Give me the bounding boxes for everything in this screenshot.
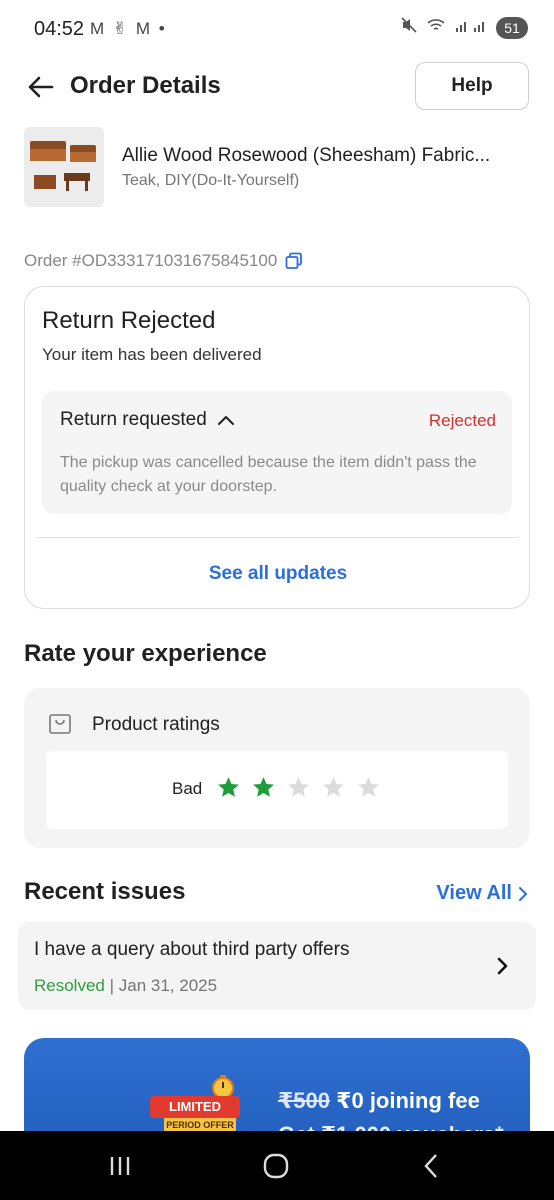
status-bar: 04:52 M ✌ M • 51: [0, 0, 554, 60]
limited-sub-badge: PERIOD OFFER: [164, 1118, 236, 1132]
back-arrow-icon: [28, 76, 54, 98]
return-requested-label: Return requested: [60, 409, 207, 430]
status-subtitle: Your item has been delivered: [42, 345, 262, 364]
star-rating-box: Bad: [46, 751, 508, 829]
banner-headline: ₹500 ₹0 joining fee: [278, 1088, 480, 1114]
return-status-badge: Rejected: [428, 411, 496, 430]
rate-section-title: Rate your experience: [24, 640, 267, 667]
product-image[interactable]: [24, 127, 104, 207]
chevron-up-icon: [217, 416, 234, 425]
product-variant: Teak, DIY(Do-It-Yourself): [122, 172, 300, 189]
fee-suffix: joining fee: [369, 1088, 480, 1113]
status-title: Return Rejected: [42, 307, 216, 334]
status-time: 04:52: [34, 18, 85, 40]
star-icon[interactable]: [356, 775, 381, 800]
wifi-icon: [426, 17, 446, 38]
star-icon[interactable]: [251, 775, 276, 800]
star-icon[interactable]: [321, 775, 346, 800]
battery-icon: 51: [496, 16, 528, 39]
recent-apps-icon[interactable]: [100, 1151, 140, 1181]
product-name[interactable]: Allie Wood Rosewood (Sheesham) Fabric...: [122, 145, 536, 167]
notification-icons: M ✌ M •: [90, 19, 167, 38]
issue-status: Resolved: [34, 976, 105, 995]
issue-separator: |: [104, 976, 119, 995]
product-ratings-label: Product ratings: [92, 714, 220, 735]
view-all-link[interactable]: View All: [436, 882, 528, 905]
return-request-box: Return requested Rejected The pickup was…: [42, 391, 512, 514]
copy-icon[interactable]: [285, 252, 303, 270]
chevron-right-icon: [519, 886, 527, 901]
issue-date: Jan 31, 2025: [118, 976, 218, 995]
rating-text: Bad: [172, 779, 203, 798]
system-nav-bar: [0, 1131, 554, 1200]
chevron-right-icon: [497, 957, 508, 975]
view-all-label: View All: [436, 882, 512, 904]
star-rating: [216, 775, 381, 800]
issue-item[interactable]: I have a query about third party offers …: [18, 922, 536, 1010]
home-icon[interactable]: [256, 1151, 296, 1181]
star-icon[interactable]: [216, 775, 241, 800]
see-all-updates-link[interactable]: See all updates: [25, 563, 531, 585]
order-id-row: Order #OD333171031675845100: [24, 251, 303, 271]
order-id: Order #OD333171031675845100: [24, 251, 278, 270]
recent-issues-title: Recent issues: [24, 878, 186, 905]
shopping-bag-icon: [49, 714, 71, 734]
sofa-set-image: [24, 127, 104, 207]
status-right-icons: 51: [400, 16, 528, 39]
help-button[interactable]: Help: [415, 62, 529, 110]
return-description: The pickup was cancelled because the ite…: [60, 454, 477, 495]
divider: [37, 537, 519, 538]
return-requested-toggle[interactable]: Return requested: [60, 409, 235, 431]
back-nav-icon[interactable]: [412, 1151, 452, 1181]
page-title: Order Details: [70, 72, 221, 99]
signal-icon: [454, 17, 488, 38]
issue-text: I have a query about third party offers: [34, 939, 350, 960]
old-fee: ₹500: [278, 1088, 331, 1113]
return-status-card: Return Rejected Your item has been deliv…: [24, 286, 530, 609]
product-ratings-card: Product ratings Bad: [24, 688, 530, 848]
mute-icon: [400, 16, 418, 39]
star-icon[interactable]: [286, 775, 311, 800]
limited-badge: LIMITED: [150, 1096, 240, 1118]
back-button[interactable]: [24, 70, 58, 104]
issue-meta: Resolved | Jan 31, 2025: [34, 976, 217, 996]
new-fee: ₹0: [336, 1088, 364, 1113]
